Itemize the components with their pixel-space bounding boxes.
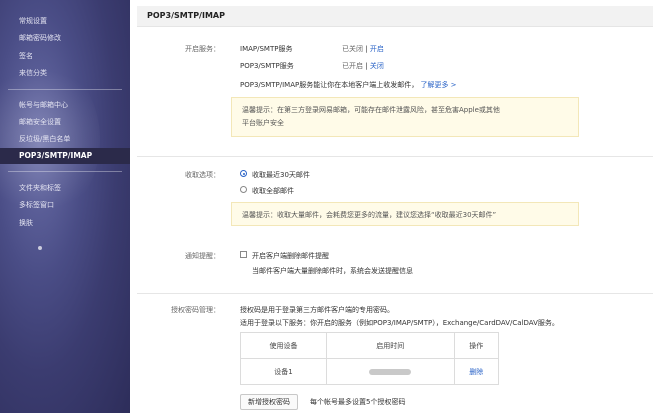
sidebar-item-multi-tab[interactable]: 多标签窗口 [19, 200, 54, 210]
radio-recent-30-days[interactable] [240, 170, 247, 177]
imap-enable-link[interactable]: 开启 [370, 45, 384, 53]
auth-limit-note: 每个帐号最多设置5个授权密码 [310, 398, 406, 406]
column-header-action: 操作 [453, 332, 500, 359]
imap-service-name: IMAP/SMTP服务 [240, 45, 293, 53]
delete-reminder-label: 开启客户端删除邮件提醒 [252, 252, 329, 260]
imap-status: 已关闭 [342, 45, 363, 53]
radio-all-mail[interactable] [240, 186, 247, 193]
sidebar-item-folders[interactable]: 文件夹和标签 [19, 183, 61, 193]
separator: | [365, 45, 368, 53]
service-desc-text: POP3/SMTP/IMAP服务能让你在本地客户端上收发邮件， [240, 81, 419, 89]
pop3-service-name: POP3/SMTP服务 [240, 62, 294, 70]
sidebar-item-mail-filter[interactable]: 来信分类 [19, 68, 47, 78]
auth-label: 授权密码管理： [171, 306, 220, 314]
security-tip: 温馨提示：在第三方登录网易邮箱，可能存在邮件泄露风险，甚至危害Apple或其他 … [231, 97, 579, 137]
traffic-tip: 温馨提示：收取大量邮件，会耗费您更多的流量，建议您选择“收取最近30天邮件” [231, 202, 579, 226]
tip-line-1: 温馨提示：在第三方登录网易邮箱，可能存在邮件泄露风险，甚至危害Apple或其他 [242, 106, 500, 114]
auth-desc-2: 适用于登录以下服务：你开启的服务（例如POP3/IMAP/SMTP），Excha… [240, 319, 559, 327]
receive-label: 收取选项： [185, 171, 220, 179]
add-auth-code-button[interactable]: 新增授权密码 [240, 394, 298, 410]
auth-code-table: 使用设备 启用时间 操作 设备1 删除 [240, 332, 500, 385]
separator: | [365, 62, 368, 70]
redacted-time [369, 368, 412, 375]
column-header-device: 使用设备 [240, 332, 327, 359]
device-cell: 设备1 [240, 358, 327, 385]
sidebar-item-pop3[interactable]: POP3/SMTP/IMAP [0, 148, 130, 164]
learn-more-link[interactable]: 了解更多 > [420, 81, 456, 89]
page-title: POP3/SMTP/IMAP [147, 11, 225, 20]
delete-link[interactable]: 删除 [469, 368, 483, 376]
sidebar-item-password[interactable]: 邮箱密码修改 [19, 33, 61, 43]
sidebar-item-security[interactable]: 邮箱安全设置 [19, 117, 61, 127]
sidebar-item-skin[interactable]: 换肤 [19, 218, 33, 228]
delete-reminder-desc: 当邮件客户端大量删除邮件时，系统会发送提醒信息 [252, 267, 413, 275]
radio-all-mail-label: 收取全部邮件 [252, 187, 294, 195]
column-header-enabled-time: 启用时间 [326, 332, 455, 359]
page-header: POP3/SMTP/IMAP [137, 6, 653, 27]
pop3-disable-link[interactable]: 关闭 [370, 62, 384, 70]
sidebar: 常规设置 邮箱密码修改 签名 来信分类 帐号与邮箱中心 邮箱安全设置 反垃圾/黑… [0, 0, 130, 413]
delete-reminder-checkbox[interactable] [240, 251, 247, 258]
section-divider [137, 293, 653, 294]
pop3-status: 已开启 [342, 62, 363, 70]
table-row: 设备1 删除 [240, 358, 500, 385]
pop3-service-row: 已开启 | 关闭 [342, 61, 384, 71]
action-cell: 删除 [453, 358, 500, 385]
sidebar-item-antispam[interactable]: 反垃圾/黑白名单 [19, 134, 70, 144]
sidebar-item-signature[interactable]: 签名 [19, 51, 33, 61]
sidebar-item-account-center[interactable]: 帐号与邮箱中心 [19, 100, 68, 110]
sidebar-divider [8, 171, 122, 172]
imap-service-row: 已关闭 | 开启 [342, 44, 384, 54]
notify-label: 通知提醒： [185, 252, 220, 260]
section-divider [137, 156, 653, 157]
service-description: POP3/SMTP/IMAP服务能让你在本地客户端上收发邮件， 了解更多 > [240, 80, 457, 90]
service-label: 开启服务： [185, 45, 220, 53]
traffic-tip-text: 温馨提示：收取大量邮件，会耗费您更多的流量，建议您选择“收取最近30天邮件” [242, 211, 497, 219]
sidebar-decoration-dot [38, 246, 42, 250]
sidebar-item-general[interactable]: 常规设置 [19, 16, 47, 26]
radio-recent-30-days-label: 收取最近30天邮件 [252, 171, 310, 179]
settings-panel: POP3/SMTP/IMAP 开启服务： IMAP/SMTP服务 已关闭 | 开… [137, 0, 658, 413]
sidebar-divider [8, 89, 122, 90]
enabled-time-cell [326, 358, 455, 385]
auth-desc-1: 授权码是用于登录第三方邮件客户端的专用密码。 [240, 306, 394, 314]
table-header-row: 使用设备 启用时间 操作 [240, 332, 500, 359]
tip-line-2: 平台账户安全 [242, 119, 284, 127]
